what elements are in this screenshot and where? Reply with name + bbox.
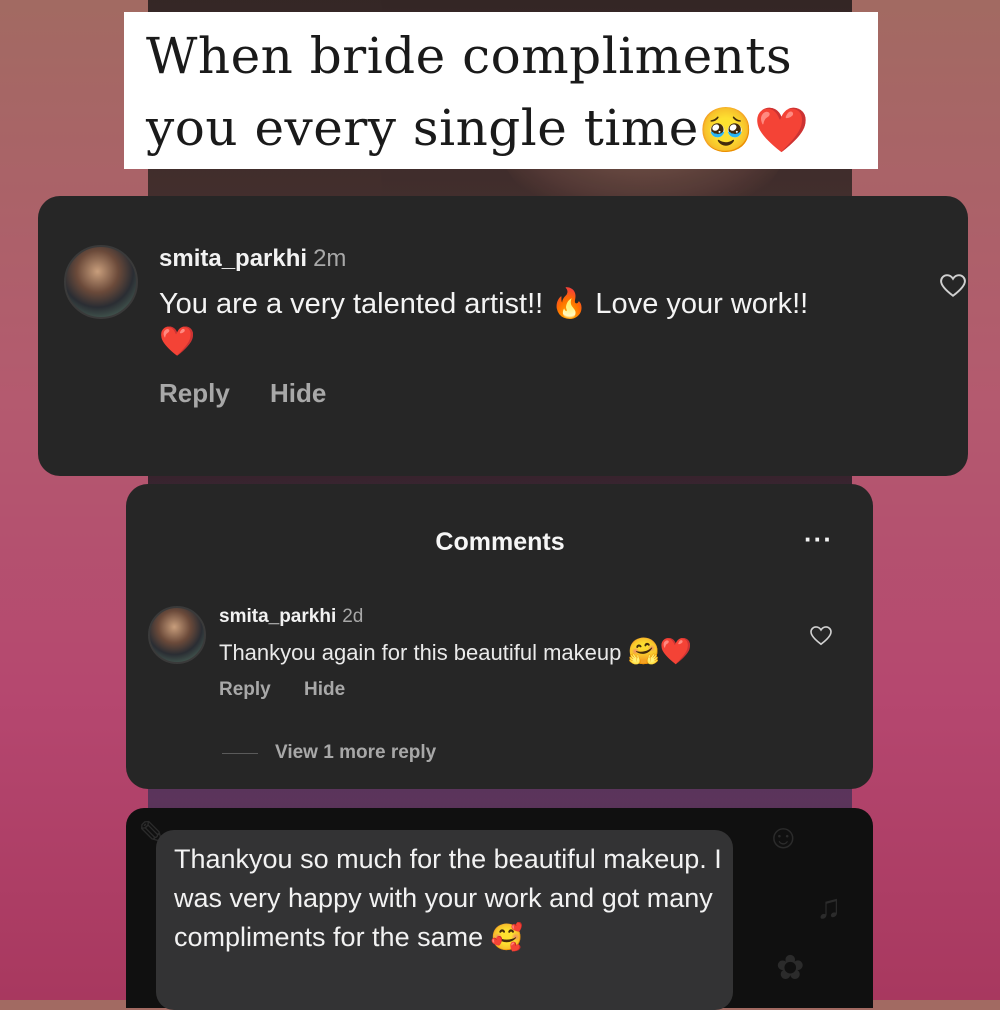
comment-emojis: 🤗❤️ (627, 636, 693, 666)
hide-button[interactable]: Hide (304, 679, 345, 701)
panel-title: Comments (435, 528, 565, 556)
more-options-icon[interactable]: ··· (804, 524, 833, 555)
comment-time: 2m (313, 245, 347, 272)
avatar[interactable] (148, 606, 206, 664)
message-body: Thankyou so much for the beautiful makeu… (174, 844, 722, 952)
avatar[interactable] (64, 245, 138, 319)
username-text: smita_parkhi (159, 245, 308, 272)
reply-button[interactable]: Reply (219, 679, 271, 701)
message-emoji: 🥰 (490, 922, 523, 952)
caption-line-2: you every single time🥹❤️ (146, 92, 860, 167)
comment-text-part1: You are a very talented artist!! (159, 288, 552, 320)
comment-username[interactable]: smita_parkhi 2d (219, 606, 363, 628)
hide-button[interactable]: Hide (270, 378, 326, 409)
username-text: smita_parkhi (219, 606, 337, 627)
comment-text: You are a very talented artist!! 🔥 Love … (159, 285, 819, 361)
story-caption: When bride compliments you every single … (124, 12, 878, 169)
caption-line-2-text: you every single time (146, 99, 699, 157)
doodle-icon: ✿ (776, 949, 805, 987)
view-more-divider (222, 753, 258, 754)
message-text: Thankyou so much for the beautiful makeu… (174, 840, 724, 957)
comment-time: 2d (342, 606, 364, 627)
heart-outline-icon[interactable] (940, 274, 966, 298)
doodle-icon: ☺ (766, 818, 801, 856)
heart-emoji: ❤️ (159, 326, 196, 358)
caption-line-1: When bride compliments (146, 27, 793, 85)
comment-text-part2: Love your work!! (587, 288, 809, 320)
heart-outline-icon[interactable] (810, 626, 832, 646)
comment-text: Thankyou again for this beautiful makeup… (219, 636, 692, 667)
reply-button[interactable]: Reply (159, 378, 230, 409)
fire-emoji: 🔥 (551, 288, 588, 320)
comment-username[interactable]: smita_parkhi 2m (159, 245, 346, 273)
doodle-icon: ♫ (816, 888, 842, 926)
view-more-replies-link[interactable]: View 1 more reply (275, 742, 436, 764)
comment-text-body: Thankyou again for this beautiful makeup (219, 640, 628, 665)
caption-emoji: 🥹❤️ (698, 105, 810, 156)
